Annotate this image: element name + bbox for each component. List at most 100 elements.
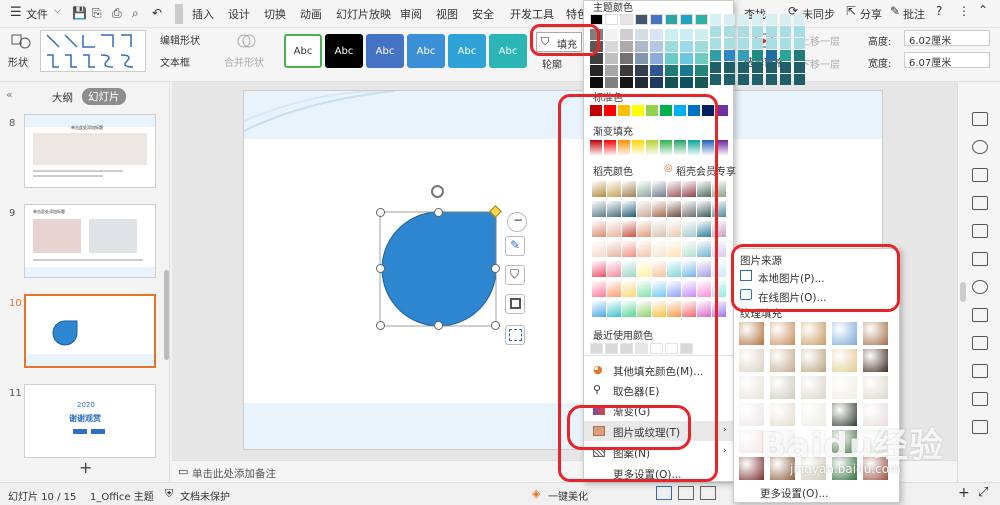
tab-security[interactable]: 安全 — [472, 6, 494, 22]
texture-swatch[interactable] — [831, 375, 858, 400]
color-swatch[interactable] — [665, 77, 678, 88]
texture-swatch[interactable] — [831, 348, 858, 373]
texture-swatch[interactable] — [862, 375, 889, 400]
color-swatch[interactable] — [766, 38, 777, 49]
color-swatch[interactable] — [710, 74, 721, 85]
shape-style-option[interactable]: Abc — [448, 34, 486, 68]
texture-swatch[interactable] — [862, 348, 889, 373]
color-swatch[interactable] — [635, 14, 648, 25]
color-swatch[interactable] — [766, 26, 777, 37]
color-swatch[interactable] — [635, 53, 648, 64]
color-swatch[interactable] — [650, 53, 663, 64]
texture-swatch[interactable] — [738, 375, 765, 400]
color-swatch[interactable] — [794, 62, 805, 73]
hamburger-icon[interactable]: ☰ — [10, 5, 22, 20]
color-swatch[interactable] — [635, 29, 648, 40]
color-swatch[interactable] — [620, 14, 633, 25]
color-swatch[interactable] — [620, 65, 633, 76]
color-swatch[interactable] — [738, 26, 749, 37]
shape-label[interactable]: 形状 — [8, 54, 28, 69]
color-swatch[interactable] — [695, 53, 708, 64]
color-swatch[interactable] — [650, 65, 663, 76]
color-swatch[interactable] — [724, 74, 735, 85]
color-swatch[interactable] — [680, 77, 693, 88]
comment-button[interactable]: 批注 — [903, 6, 925, 22]
color-swatch[interactable] — [738, 14, 749, 25]
beautify-button[interactable]: 一键美化 — [548, 488, 588, 503]
bring-forward-button[interactable]: 上移一层 — [800, 33, 840, 48]
color-swatch[interactable] — [794, 50, 805, 61]
outline-icon[interactable] — [505, 294, 525, 314]
chart-icon[interactable] — [972, 308, 988, 322]
tab-slideshow[interactable]: 幻灯片放映 — [336, 6, 391, 22]
shape-style-option[interactable]: Abc — [489, 34, 527, 68]
color-swatch[interactable] — [680, 14, 693, 25]
tab-outline[interactable]: 大纲 — [52, 90, 73, 105]
help-icon[interactable]: ? — [936, 4, 942, 18]
color-swatch[interactable] — [635, 41, 648, 52]
width-field[interactable]: 6.07厘米 — [904, 52, 990, 69]
color-swatch[interactable] — [695, 41, 708, 52]
color-swatch[interactable] — [752, 14, 763, 25]
color-swatch[interactable] — [590, 77, 603, 88]
texture-swatch[interactable] — [769, 375, 796, 400]
fill-icon[interactable]: ⛉ — [505, 265, 525, 285]
design-icon[interactable] — [972, 196, 988, 210]
color-swatch[interactable] — [695, 77, 708, 88]
preview-icon[interactable]: ⌕ — [132, 6, 139, 21]
send-backward-button[interactable]: 下移一层 — [800, 56, 840, 71]
color-swatch[interactable] — [766, 50, 777, 61]
color-swatch[interactable] — [780, 74, 791, 85]
color-swatch[interactable] — [620, 77, 633, 88]
color-swatch[interactable] — [605, 14, 618, 25]
resize-handle[interactable] — [491, 321, 500, 330]
color-swatch[interactable] — [605, 29, 618, 40]
resize-handle[interactable] — [376, 321, 385, 330]
more-icon[interactable]: ⋮ — [958, 4, 970, 18]
color-swatch[interactable] — [752, 74, 763, 85]
right-scrollbar[interactable] — [960, 282, 966, 302]
share-button[interactable]: 分享 — [860, 6, 882, 22]
color-swatch[interactable] — [780, 62, 791, 73]
color-swatch[interactable] — [752, 50, 763, 61]
texture-swatch[interactable] — [862, 321, 889, 346]
color-swatch[interactable] — [680, 53, 693, 64]
animation-icon[interactable] — [972, 224, 988, 238]
shape-icon[interactable] — [10, 32, 32, 50]
color-swatch[interactable] — [665, 41, 678, 52]
line-shape-gallery[interactable] — [40, 30, 146, 72]
shape-style-option[interactable]: Abc — [366, 34, 404, 68]
tab-review[interactable]: 审阅 — [400, 6, 422, 22]
export-icon[interactable]: ⎘ — [92, 6, 102, 21]
color-swatch[interactable] — [695, 65, 708, 76]
height-field[interactable]: 6.02厘米 — [904, 30, 990, 47]
slide-thumbnail-selected[interactable] — [24, 294, 156, 368]
color-swatch[interactable] — [605, 41, 618, 52]
color-swatch[interactable] — [665, 14, 678, 25]
color-swatch[interactable] — [752, 38, 763, 49]
undo-icon[interactable]: ↶ — [152, 6, 162, 20]
color-swatch[interactable] — [680, 29, 693, 40]
color-swatch[interactable] — [794, 74, 805, 85]
color-swatch[interactable] — [724, 50, 735, 61]
save-icon[interactable]: 💾 — [72, 6, 87, 20]
color-swatch[interactable] — [650, 14, 663, 25]
protect-status[interactable]: 文档未保护 — [180, 488, 230, 503]
color-swatch[interactable] — [710, 50, 721, 61]
shape-style-option[interactable]: Abc — [284, 34, 322, 68]
color-swatch[interactable] — [780, 14, 791, 25]
shape-style-option[interactable]: Abc — [325, 34, 363, 68]
table-icon[interactable] — [972, 252, 988, 266]
teardrop-shape[interactable] — [378, 208, 502, 330]
tab-view[interactable]: 视图 — [436, 6, 458, 22]
shape-panel-icon[interactable] — [972, 280, 988, 294]
backup-icon[interactable] — [972, 420, 988, 434]
resize-handle[interactable] — [376, 264, 385, 273]
resize-handle[interactable] — [376, 208, 385, 217]
color-swatch[interactable] — [724, 14, 735, 25]
color-swatch[interactable] — [680, 65, 693, 76]
reading-view-icon[interactable] — [700, 486, 716, 500]
color-swatch[interactable] — [695, 29, 708, 40]
print-icon[interactable]: ⎙ — [112, 6, 122, 21]
color-swatch[interactable] — [738, 50, 749, 61]
